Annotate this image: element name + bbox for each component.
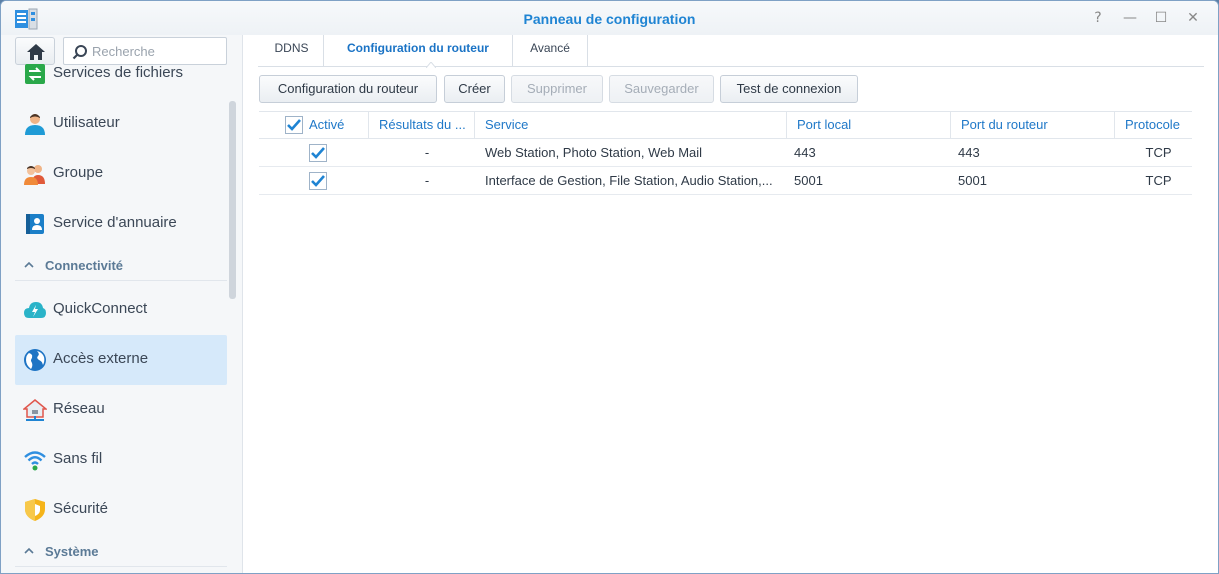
cell-router-port: 443: [958, 145, 980, 160]
row-enabled-checkbox[interactable]: [309, 172, 327, 190]
home-button[interactable]: [15, 37, 55, 65]
sidebar-item-label: Service d'annuaire: [53, 214, 177, 231]
file-services-icon: [25, 64, 45, 84]
quickconnect-icon: [24, 302, 46, 318]
tab-ddns[interactable]: DDNS: [260, 35, 324, 67]
cell-service: Web Station, Photo Station, Web Mail: [485, 145, 703, 160]
chevron-up-icon: [24, 261, 34, 268]
sidebar-item-user[interactable]: Utilisateur: [15, 99, 227, 149]
sidebar-item-wireless[interactable]: Sans fil: [15, 435, 227, 485]
group-icon: [24, 165, 45, 185]
test-connection-button[interactable]: Test de connexion: [720, 75, 858, 103]
cell-result: -: [424, 145, 430, 160]
network-icon: [23, 399, 47, 421]
sidebar-item-label: Réseau: [53, 400, 105, 417]
nav-list: Services de fichiers Utilisateur Groupe …: [1, 63, 237, 573]
wifi-icon: [24, 451, 46, 471]
sidebar-item-label: Sécurité: [53, 500, 109, 517]
column-header-results[interactable]: Résultats du ...: [369, 112, 475, 139]
title-bar: Panneau de configuration ? — ☐ ✕: [1, 1, 1218, 35]
sidebar: Services de fichiers Utilisateur: [1, 35, 243, 573]
active-tab-pointer: [426, 62, 436, 68]
minimize-icon[interactable]: —: [1122, 10, 1138, 26]
column-header-enabled[interactable]: Activé: [259, 112, 369, 139]
search-box[interactable]: [63, 37, 227, 65]
home-icon: [27, 44, 45, 60]
section-label: Connectivité: [45, 258, 124, 273]
save-button[interactable]: Sauvegarder: [609, 75, 714, 103]
column-header-service[interactable]: Service: [475, 112, 787, 139]
sidebar-item-quickconnect[interactable]: QuickConnect: [15, 285, 227, 335]
sidebar-item-directory[interactable]: Service d'annuaire: [15, 199, 227, 249]
router-config-button[interactable]: Configuration du routeur: [259, 75, 437, 103]
toolbar: Configuration du routeur Créer Supprimer…: [259, 75, 1204, 103]
user-icon: [25, 114, 45, 135]
sidebar-scrollbar[interactable]: [229, 101, 236, 299]
table-row[interactable]: - Interface de Gestion, File Station, Au…: [259, 167, 1192, 195]
tab-router-config[interactable]: Configuration du routeur: [324, 35, 513, 67]
row-enabled-checkbox[interactable]: [309, 144, 327, 162]
globe-icon: [24, 349, 46, 371]
column-header-router-port[interactable]: Port du routeur: [951, 112, 1115, 139]
sidebar-item-external-access[interactable]: Accès externe: [15, 335, 227, 385]
main-panel: DDNS Configuration du routeur Avancé Con…: [244, 35, 1218, 573]
maximize-icon[interactable]: ☐: [1153, 10, 1169, 26]
window-title: Panneau de configuration: [523, 11, 696, 27]
section-connectivity[interactable]: Connectivité: [15, 251, 227, 281]
table-row[interactable]: - Web Station, Photo Station, Web Mail 4…: [259, 139, 1192, 167]
shield-icon: [25, 499, 45, 521]
close-icon[interactable]: ✕: [1185, 10, 1201, 26]
column-header-protocol[interactable]: Protocole: [1115, 112, 1192, 139]
chevron-up-icon: [24, 547, 34, 554]
tab-bar: DDNS Configuration du routeur Avancé: [258, 35, 1204, 68]
sidebar-item-label: Services de fichiers: [53, 64, 184, 81]
search-icon: [72, 45, 87, 60]
cell-service: Interface de Gestion, File Station, Audi…: [485, 173, 773, 188]
sidebar-item-group[interactable]: Groupe: [15, 149, 227, 199]
sidebar-item-label: Accès externe: [53, 350, 149, 367]
column-header-local-port[interactable]: Port local: [787, 112, 951, 139]
create-button[interactable]: Créer: [444, 75, 505, 103]
search-input[interactable]: [92, 41, 222, 61]
sidebar-item-label: Utilisateur: [53, 114, 120, 131]
sidebar-item-label: Sans fil: [53, 450, 103, 467]
cell-local-port: 5001: [794, 173, 823, 188]
tab-advanced[interactable]: Avancé: [513, 35, 588, 67]
cell-result: -: [424, 173, 430, 188]
sidebar-item-security[interactable]: Sécurité: [15, 485, 227, 535]
sidebar-item-label: QuickConnect: [53, 300, 148, 317]
section-label: Système: [45, 544, 99, 559]
table-header: Activé Résultats du ... Service Port loc…: [259, 111, 1192, 139]
sidebar-item-file-services[interactable]: Services de fichiers: [15, 63, 227, 99]
sidebar-item-label: Groupe: [53, 164, 104, 181]
delete-button[interactable]: Supprimer: [511, 75, 603, 103]
cell-router-port: 5001: [958, 173, 987, 188]
sidebar-item-network[interactable]: Réseau: [15, 385, 227, 435]
help-icon[interactable]: ?: [1090, 10, 1106, 26]
section-system[interactable]: Système: [15, 537, 227, 567]
directory-icon: [26, 214, 44, 234]
cell-protocol: TCP: [1145, 145, 1172, 160]
control-panel-window: Panneau de configuration ? — ☐ ✕ Recherc…: [0, 0, 1219, 574]
select-all-checkbox[interactable]: [285, 116, 303, 134]
cell-local-port: 443: [794, 145, 816, 160]
cell-protocol: TCP: [1145, 173, 1172, 188]
